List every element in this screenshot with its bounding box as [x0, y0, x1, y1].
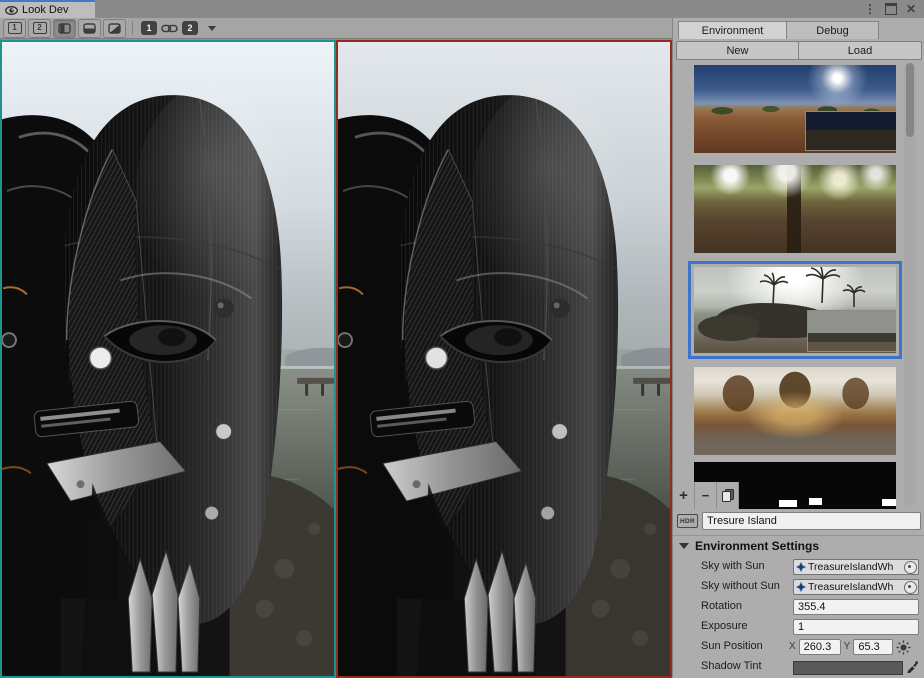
- night-highlight: [779, 500, 797, 507]
- hdri-inset-preview: [807, 310, 896, 352]
- lookdev-toolbar: 1 2 1: [0, 18, 672, 39]
- hdri-inset-preview: [805, 111, 896, 152]
- environment-settings-foldout[interactable]: Environment Settings: [679, 539, 819, 553]
- rotation-field[interactable]: 355.4: [793, 599, 919, 615]
- sun-picker-icon[interactable]: [896, 640, 911, 655]
- sky-without-sun-object-field[interactable]: TreasureIslandWh: [793, 579, 919, 595]
- tab-environment[interactable]: Environment: [678, 21, 787, 39]
- sun-position-y-field[interactable]: 65.3: [853, 639, 893, 655]
- camera-dropdown-icon[interactable]: [208, 26, 216, 31]
- row-shadow-tint: Shadow Tint: [673, 658, 924, 676]
- split-view-button[interactable]: [78, 19, 101, 38]
- toolbar-separator: [132, 21, 133, 35]
- split-horizontal-icon: [83, 23, 96, 34]
- maximize-icon[interactable]: [885, 3, 897, 15]
- side-by-side-view-button[interactable]: [53, 19, 76, 38]
- split-vertical-icon: [58, 23, 71, 34]
- close-icon[interactable]: ✕: [906, 0, 916, 18]
- window-title: Look Dev: [22, 4, 68, 16]
- foldout-arrow-icon: [679, 543, 689, 549]
- load-environment-button[interactable]: Load: [798, 41, 922, 60]
- single-view-2-button[interactable]: 2: [28, 19, 51, 38]
- environment-panel: Environment Debug New Load: [672, 18, 924, 678]
- render-view-1[interactable]: [0, 40, 336, 678]
- lookdev-window: Look Dev ⋮ ✕ 1 2: [0, 0, 924, 678]
- hdri-list-toolbar: + −: [673, 482, 739, 509]
- hdri-thumbnail-treasure-island-selected[interactable]: [694, 267, 896, 353]
- night-highlight: [809, 498, 822, 505]
- duplicate-hdri-button[interactable]: [717, 482, 739, 509]
- new-environment-button[interactable]: New: [676, 41, 799, 60]
- eyedropper-icon[interactable]: [906, 660, 919, 673]
- row-sky-with-sun: Sky with Sun TreasureIslandWh: [673, 558, 924, 576]
- night-highlight: [882, 499, 896, 506]
- cubemap-icon: [796, 582, 806, 592]
- camera-2-badge[interactable]: 2: [182, 21, 198, 35]
- row-sun-position: Sun Position X 260.3 Y 65.3: [673, 638, 924, 656]
- thumbnail-scrollbar-thumb[interactable]: [906, 63, 914, 137]
- cubemap-icon: [796, 562, 806, 572]
- robot-head-render-1: [2, 42, 334, 676]
- remove-hdri-button[interactable]: −: [695, 482, 717, 509]
- object-picker-icon[interactable]: [904, 581, 917, 594]
- sun-position-x-field[interactable]: 260.3: [799, 639, 841, 655]
- title-bar: Look Dev ⋮ ✕: [0, 0, 924, 18]
- render-view-2[interactable]: [336, 40, 672, 678]
- window-controls: ⋮ ✕: [864, 0, 916, 18]
- separator: [673, 535, 924, 536]
- object-picker-icon[interactable]: [904, 561, 917, 574]
- exposure-field[interactable]: 1: [793, 619, 919, 635]
- hdr-badge-icon: HDR: [677, 514, 698, 528]
- window-menu-icon[interactable]: ⋮: [864, 0, 876, 18]
- add-hdri-button[interactable]: +: [673, 482, 695, 509]
- row-rotation: Rotation 355.4: [673, 598, 924, 616]
- camera-1-badge[interactable]: 1: [141, 21, 157, 35]
- eye-icon: [5, 6, 18, 15]
- hdri-thumbnail-forest[interactable]: [694, 165, 896, 253]
- tab-look-dev[interactable]: Look Dev: [0, 0, 95, 18]
- robot-head-render-2: [338, 42, 670, 676]
- hdri-thumbnail-desert[interactable]: [694, 65, 896, 153]
- hdri-thumbnail-church[interactable]: [694, 367, 896, 455]
- single-view-1-button[interactable]: 1: [3, 19, 26, 38]
- duplicate-icon: [722, 489, 734, 502]
- tab-debug[interactable]: Debug: [786, 21, 879, 39]
- row-sky-without-sun: Sky without Sun TreasureIslandWh: [673, 578, 924, 596]
- link-cameras-icon[interactable]: [161, 23, 178, 34]
- split-diagonal-icon: [108, 23, 121, 34]
- zone-view-button[interactable]: [103, 19, 126, 38]
- shadow-tint-color-swatch[interactable]: [793, 661, 903, 675]
- hdr-name-field[interactable]: Tresure Island: [702, 512, 921, 530]
- row-exposure: Exposure 1: [673, 618, 924, 636]
- hdr-name-row: HDR Tresure Island: [677, 512, 921, 530]
- sky-with-sun-object-field[interactable]: TreasureIslandWh: [793, 559, 919, 575]
